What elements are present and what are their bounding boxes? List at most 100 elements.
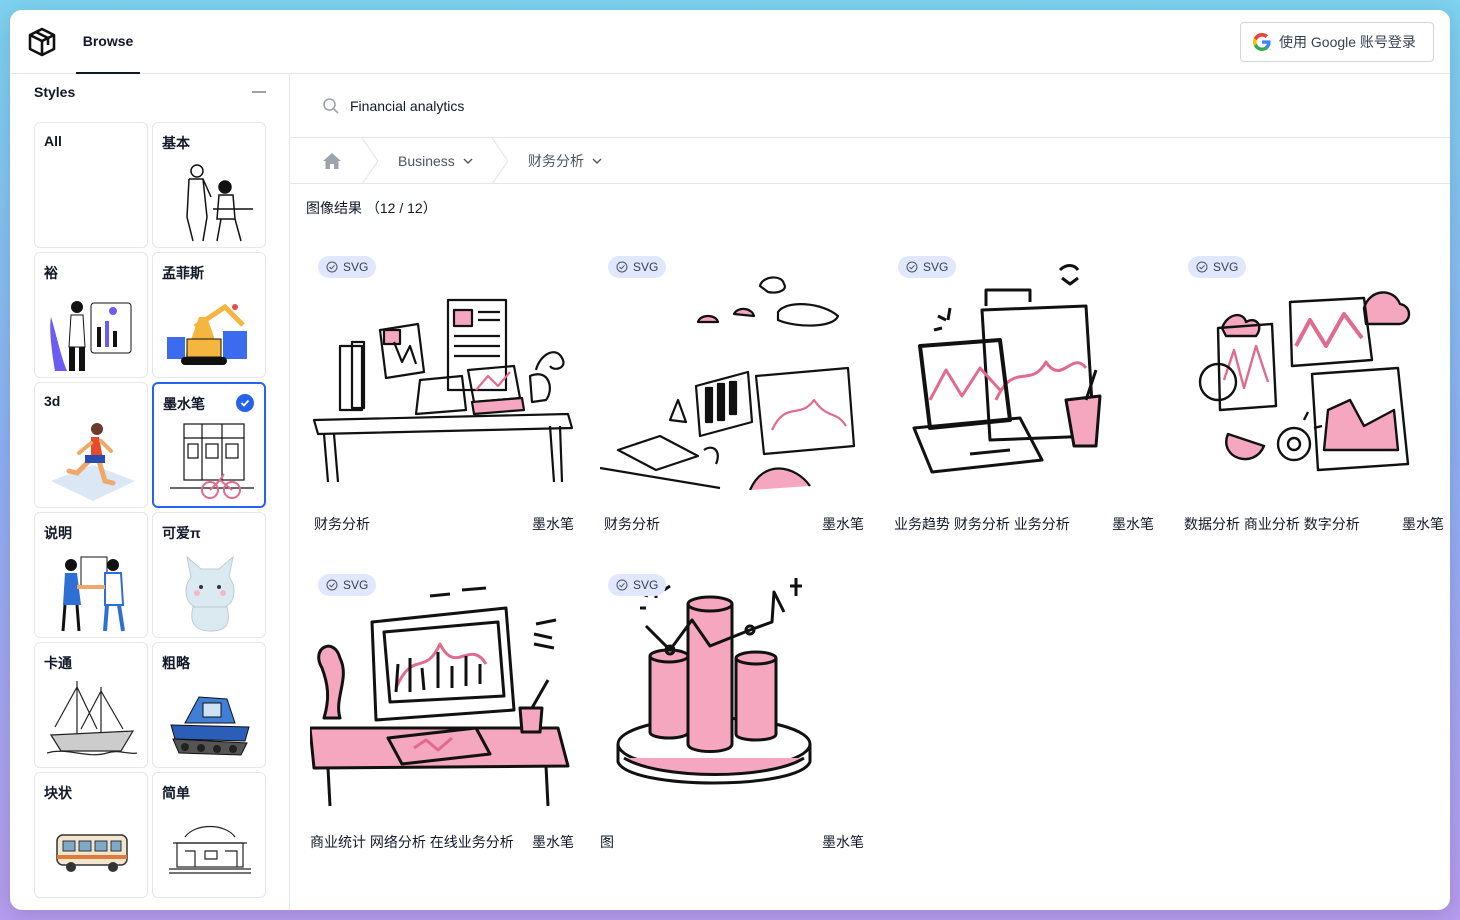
sidebar-header: Styles xyxy=(34,80,266,104)
home-icon[interactable] xyxy=(322,152,342,170)
3d-style-thumbnail xyxy=(51,423,135,501)
memphis-style-thumbnail xyxy=(167,303,247,365)
breadcrumb-separator xyxy=(492,138,508,184)
business-stats-illustration xyxy=(310,586,570,807)
style-label: 说明 xyxy=(44,525,72,541)
style-card-yu[interactable]: 裕 xyxy=(34,252,148,378)
result-count: 图像结果 （12 / 12） xyxy=(306,198,437,218)
breadcrumb-label: Business xyxy=(398,153,455,169)
result-card[interactable]: SVG 业务趋势 财务分析 业务分析 墨水笔 xyxy=(890,250,1160,550)
collapse-icon[interactable] xyxy=(252,91,266,93)
svg-badge: SVG xyxy=(318,574,377,596)
style-card-memphis[interactable]: 孟菲斯 xyxy=(152,252,266,378)
result-card[interactable]: SVG 数据分析 商业分析 数字分析 墨水笔 xyxy=(1180,250,1450,550)
data-screens-illustration xyxy=(1198,291,1411,472)
app-window: Browse 使用 Google 账号登录 Styles All 基本 裕 孟菲… xyxy=(10,10,1450,910)
style-card-rough[interactable]: 粗略 xyxy=(152,642,266,768)
verified-check-icon xyxy=(326,579,338,591)
yu-style-thumbnail xyxy=(50,301,132,371)
cute-style-thumbnail xyxy=(185,555,235,632)
google-login-button[interactable]: 使用 Google 账号登录 xyxy=(1240,22,1434,62)
chevron-down-icon xyxy=(463,158,473,164)
verified-check-icon xyxy=(616,261,628,273)
simple-style-thumbnail xyxy=(169,826,251,874)
monitors-calculator-illustration xyxy=(600,276,856,490)
card-title: 图 xyxy=(600,834,614,850)
style-label: 孟菲斯 xyxy=(162,265,204,281)
card-style: 墨水笔 xyxy=(532,516,574,532)
cartoon-style-thumbnail xyxy=(47,681,137,756)
svg-badge: SVG xyxy=(608,574,667,596)
svg-badge: SVG xyxy=(898,256,957,278)
verified-check-icon xyxy=(326,261,338,273)
style-label: 基本 xyxy=(162,135,190,151)
block-style-thumbnail xyxy=(56,834,128,872)
rough-style-thumbnail xyxy=(170,696,250,756)
breadcrumb-label: 财务分析 xyxy=(528,153,584,169)
breadcrumb-separator xyxy=(362,138,378,184)
style-card-block[interactable]: 块状 xyxy=(34,772,148,898)
laptop-trends-illustration xyxy=(912,264,1102,474)
selected-check-icon xyxy=(236,394,254,412)
style-label: 卡通 xyxy=(44,655,72,671)
card-style: 墨水笔 xyxy=(532,834,574,850)
card-title: 数据分析 商业分析 数字分析 xyxy=(1184,516,1360,532)
google-icon xyxy=(1253,33,1271,51)
card-title: 商业统计 网络分析 在线业务分析 xyxy=(310,834,514,850)
sidebar-title: Styles xyxy=(34,84,76,100)
style-card-simple[interactable]: 简单 xyxy=(152,772,266,898)
result-card[interactable]: SVG 财务分析 墨水笔 xyxy=(600,250,870,550)
svg-badge: SVG xyxy=(1188,256,1247,278)
style-label: 块状 xyxy=(44,785,72,801)
top-bar: Browse 使用 Google 账号登录 xyxy=(10,10,1450,74)
result-number: （12 / 12） xyxy=(365,200,437,216)
card-style: 墨水笔 xyxy=(1112,516,1154,532)
breadcrumb: Business 财务分析 xyxy=(290,138,1450,184)
style-card-ink-pen[interactable]: 墨水笔 xyxy=(152,382,266,508)
style-card-cute[interactable]: 可爱π xyxy=(152,512,266,638)
basic-style-thumbnail xyxy=(186,164,253,242)
style-card-basic[interactable]: 基本 xyxy=(152,122,266,248)
style-label: 粗略 xyxy=(162,655,190,671)
style-label: 可爱π xyxy=(162,525,201,541)
chevron-down-icon xyxy=(592,158,602,164)
style-card-all[interactable]: All xyxy=(34,122,148,248)
login-label: 使用 Google 账号登录 xyxy=(1279,34,1416,50)
style-grid: All 基本 裕 孟菲斯 3d 墨水笔 说明 可爱π 卡通 粗略 块状 简单 xyxy=(34,122,266,898)
main-content: Business 财务分析 图像结果 （12 / 12） xyxy=(290,74,1450,910)
card-style: 墨水笔 xyxy=(1402,516,1444,532)
verified-check-icon xyxy=(616,579,628,591)
nav-browse-tab[interactable]: Browse xyxy=(76,10,140,74)
style-card-3d[interactable]: 3d xyxy=(34,382,148,508)
style-label: 裕 xyxy=(44,265,58,281)
card-title: 财务分析 xyxy=(314,516,370,532)
result-label: 图像结果 xyxy=(306,200,362,216)
svg-badge: SVG xyxy=(318,256,377,278)
breadcrumb-item-business[interactable]: Business xyxy=(398,138,473,184)
card-style: 墨水笔 xyxy=(822,834,864,850)
verified-check-icon xyxy=(1196,261,1208,273)
bar-chart-podium-illustration xyxy=(616,578,812,785)
card-style: 墨水笔 xyxy=(822,516,864,532)
style-label: 3d xyxy=(44,393,61,409)
style-label: 墨水笔 xyxy=(163,396,205,412)
result-card[interactable]: SVG 图 墨水笔 xyxy=(600,568,870,868)
search-bar xyxy=(290,74,1450,138)
style-card-illustration[interactable]: 说明 xyxy=(34,512,148,638)
logo-icon[interactable] xyxy=(26,26,58,58)
illustration-style-thumbnail xyxy=(61,556,125,632)
style-label: 简单 xyxy=(162,785,190,801)
card-title: 业务趋势 财务分析 业务分析 xyxy=(894,516,1070,532)
desk-workspace-illustration xyxy=(312,298,574,483)
breadcrumb-item-financial-analysis[interactable]: 财务分析 xyxy=(528,138,602,184)
search-icon xyxy=(323,97,339,114)
ink-pen-style-thumbnail xyxy=(170,423,254,499)
style-card-cartoon[interactable]: 卡通 xyxy=(34,642,148,768)
style-label: All xyxy=(44,133,62,149)
styles-sidebar: Styles All 基本 裕 孟菲斯 3d 墨水笔 说明 可爱π 卡通 粗略 … xyxy=(10,74,290,910)
result-card[interactable]: SVG 财务分析 墨水笔 xyxy=(310,250,580,550)
svg-badge: SVG xyxy=(608,256,667,278)
search-input[interactable] xyxy=(350,97,1150,114)
result-card[interactable]: SVG 商业统计 网络分析 在线业务分析 墨水笔 xyxy=(310,568,580,868)
card-title: 财务分析 xyxy=(604,516,660,532)
